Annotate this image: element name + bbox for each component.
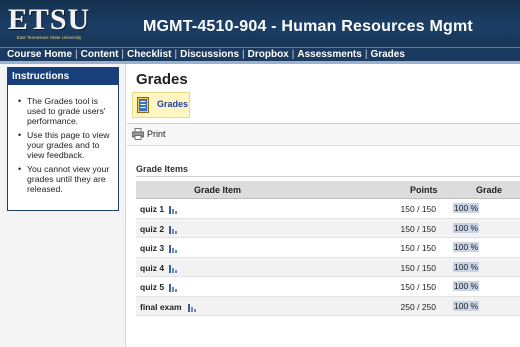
nav-separator: | xyxy=(174,49,178,60)
instructions-list: The Grades tool is used to grade users' … xyxy=(8,85,118,194)
table-row: quiz 4 150 / 150 100 % xyxy=(136,257,520,277)
column-header-grade-item: Grade Item xyxy=(194,185,242,195)
nav-assessments[interactable]: Assessments xyxy=(297,49,361,60)
table-row: quiz 2 150 / 150 100 % xyxy=(136,218,520,238)
instruction-item: The Grades tool is used to grade users' … xyxy=(16,96,114,126)
grade-item-name: quiz 3 xyxy=(140,243,165,253)
nav-grades[interactable]: Grades xyxy=(370,49,404,60)
nav-dropbox[interactable]: Dropbox xyxy=(248,49,289,60)
nav-checklist[interactable]: Checklist xyxy=(127,49,171,60)
nav-course-home[interactable]: Course Home xyxy=(7,49,72,60)
table-row: quiz 3 150 / 150 100 % xyxy=(136,238,520,258)
grade-item-name: quiz 2 xyxy=(140,223,165,234)
table-header: Grade Item Points Grade xyxy=(136,181,520,199)
main-content: Grades Grades Print Grade Items Grade It… xyxy=(127,64,520,347)
page-title: Grades xyxy=(136,71,188,88)
course-navbar: Course Home | Content | Checklist | Discussion… xyxy=(0,47,520,61)
grade-item-grade: 100 % xyxy=(453,222,480,233)
stats-bars-icon[interactable] xyxy=(169,204,179,214)
column-header-points: Points xyxy=(410,185,438,195)
print-toolbar: Print xyxy=(127,124,520,146)
nav-items: Course Home | Content | Checklist | Discussion… xyxy=(7,49,405,60)
table-row: final exam 250 / 250 100 % xyxy=(136,296,520,316)
print-link[interactable]: Print xyxy=(147,129,166,139)
site-header: ETSU East Tennessee State University MGM… xyxy=(0,0,520,47)
table-row: quiz 5 150 / 150 100 % xyxy=(136,277,520,297)
instruction-item: Use this page to view your grades and to… xyxy=(16,130,114,160)
grade-item-points: 250 / 250 xyxy=(400,301,436,312)
stats-bars-icon[interactable] xyxy=(169,282,179,292)
grade-item-points: 150 / 150 xyxy=(400,204,436,214)
grades-tab-label: Grades xyxy=(157,99,189,109)
etsu-logo[interactable]: ETSU East Tennessee State University xyxy=(4,3,94,45)
grades-table: Grade Item Points Grade quiz 1 150 / 150… xyxy=(136,181,520,316)
nav-content[interactable]: Content xyxy=(81,49,119,60)
grades-tab[interactable]: Grades xyxy=(132,92,190,118)
stats-bars-icon[interactable] xyxy=(169,243,179,253)
instruction-item: You cannot view your grades until they a… xyxy=(16,164,114,194)
section-title: Grade Items xyxy=(136,164,189,174)
printer-icon[interactable] xyxy=(132,128,144,140)
grade-item-name: quiz 5 xyxy=(140,282,165,292)
grade-item-grade: 100 % xyxy=(453,261,480,272)
grade-item-points: 150 / 150 xyxy=(400,262,436,273)
grade-item-name: quiz 1 xyxy=(140,204,165,214)
nav-separator: | xyxy=(242,49,245,60)
instructions-title: Instructions xyxy=(8,68,118,85)
grade-item-grade: 100 % xyxy=(453,300,480,311)
stats-bars-icon[interactable] xyxy=(169,263,179,273)
column-header-grade: Grade xyxy=(476,185,503,195)
instructions-panel: Instructions The Grades tool is used to … xyxy=(7,67,119,211)
table-row: quiz 1 150 / 150 100 % xyxy=(136,199,520,219)
grade-item-points: 150 / 150 xyxy=(400,282,436,292)
course-title: MGMT-4510-904 - Human Resources Mgmt xyxy=(143,18,473,35)
nav-separator: | xyxy=(121,49,125,60)
grade-item-grade: 100 % xyxy=(453,281,480,291)
nav-discussions[interactable]: Discussions xyxy=(180,49,239,60)
stats-bars-icon[interactable] xyxy=(169,224,179,234)
grades-book-icon xyxy=(137,97,149,113)
grade-item-grade: 100 % xyxy=(453,203,480,213)
grade-item-name: final exam xyxy=(140,301,182,312)
grade-item-grade: 100 % xyxy=(453,242,480,252)
nav-separator: | xyxy=(75,49,78,60)
section-divider xyxy=(136,176,520,177)
logo-text: ETSU xyxy=(7,3,91,36)
grade-item-points: 150 / 150 xyxy=(400,243,436,253)
stats-bars-icon[interactable] xyxy=(188,302,198,312)
grade-item-points: 150 / 150 xyxy=(400,223,436,234)
grade-item-name: quiz 4 xyxy=(140,262,165,273)
logo-subtext: East Tennessee State University xyxy=(16,35,82,40)
